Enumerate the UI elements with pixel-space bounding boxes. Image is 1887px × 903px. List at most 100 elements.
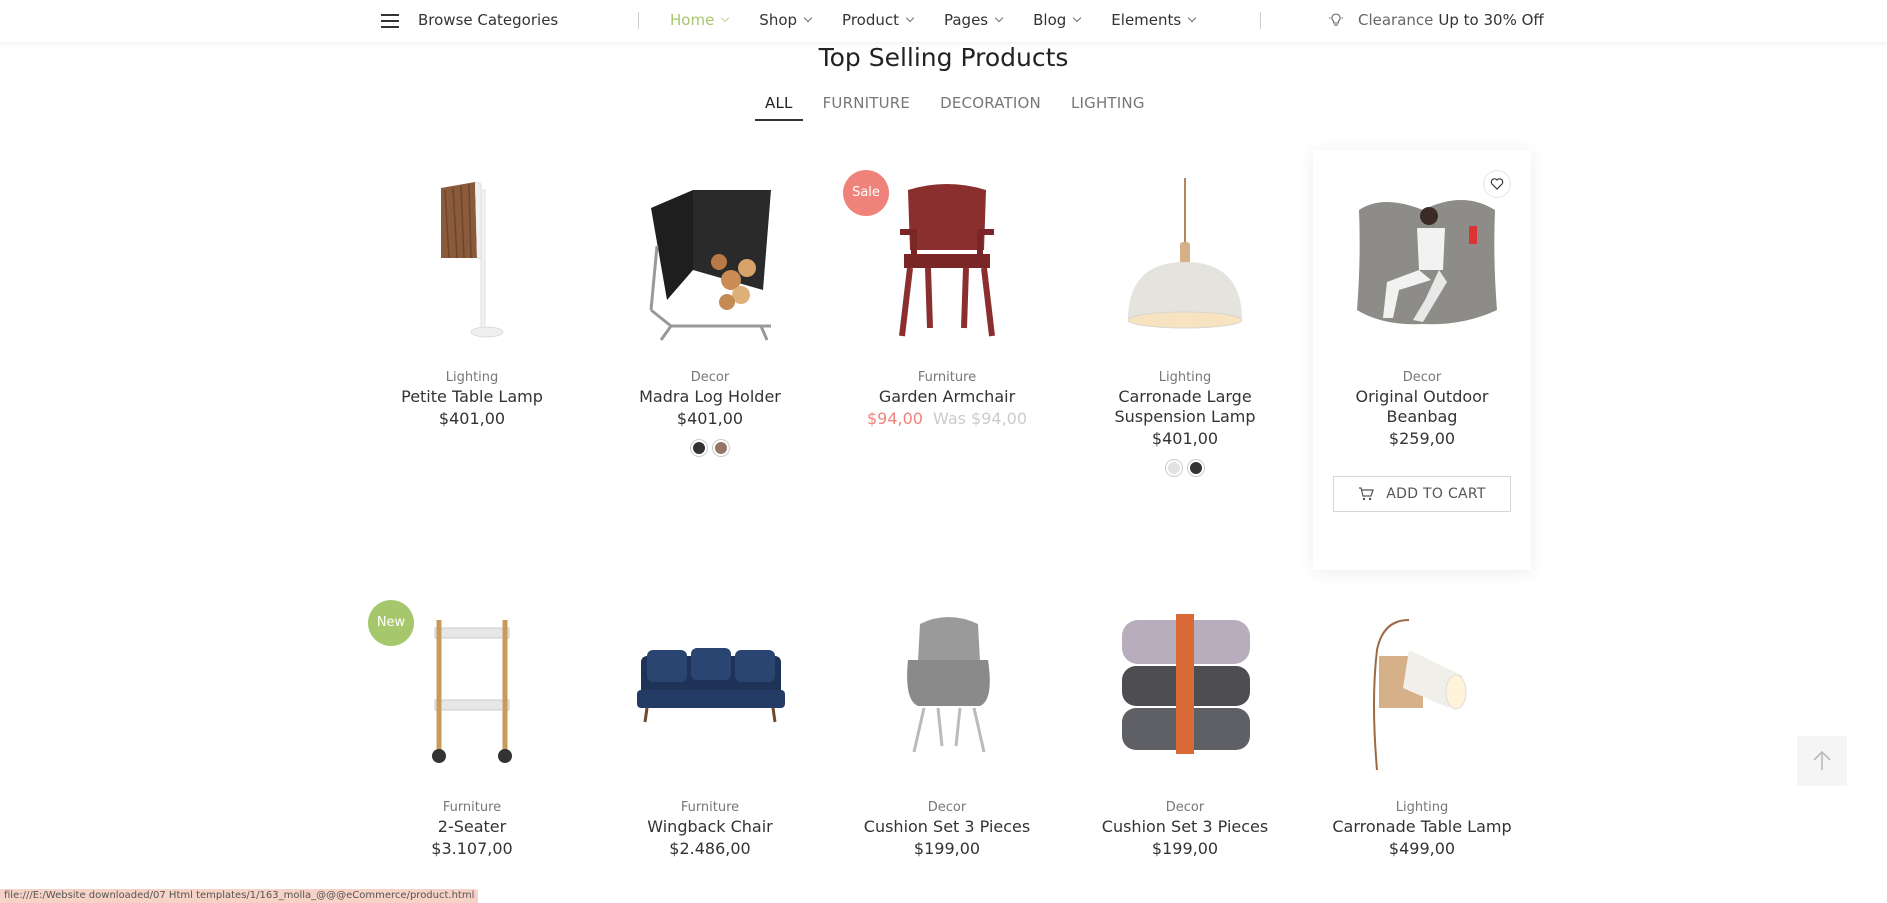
tab-all[interactable]: ALL xyxy=(755,94,803,121)
product-card[interactable]: Lighting Carronade Large Suspension Lamp… xyxy=(1076,150,1294,476)
chevron-down-icon xyxy=(1187,13,1197,23)
product-card[interactable]: New Furniture 2-Seater $3.107,00 xyxy=(363,580,581,858)
nav-divider xyxy=(1260,12,1261,29)
product-price: $3.107,00 xyxy=(431,839,513,858)
product-price: $2.486,00 xyxy=(669,839,751,858)
pendant-lamp-icon xyxy=(1127,178,1243,329)
heart-icon xyxy=(1490,178,1504,190)
add-to-cart-button[interactable]: ADD TO CART xyxy=(1333,476,1511,512)
scroll-to-top-button[interactable] xyxy=(1797,736,1847,786)
add-to-cart-label: ADD TO CART xyxy=(1386,486,1486,502)
product-category[interactable]: Decor xyxy=(1076,800,1294,815)
menu-item-elements[interactable]: Elements xyxy=(1111,11,1197,29)
product-name[interactable]: 2-Seater xyxy=(363,817,581,837)
chevron-down-icon xyxy=(1073,13,1082,23)
product-price: $401,00 xyxy=(438,409,506,428)
product-image[interactable] xyxy=(601,150,819,370)
product-price: $259,00 xyxy=(1388,429,1456,448)
product-price: $401,00 xyxy=(1151,429,1219,448)
menu-item-pages[interactable]: Pages xyxy=(944,11,1004,29)
wall-lamp-icon xyxy=(1373,619,1467,771)
product-category[interactable]: Lighting xyxy=(1313,800,1531,815)
product-category[interactable]: Lighting xyxy=(363,370,581,385)
table-lamp-icon xyxy=(441,181,504,338)
sale-badge: Sale xyxy=(843,170,889,216)
cart-icon xyxy=(1359,487,1375,501)
product-card[interactable]: Decor Original Outdoor Beanbag $259,00 A… xyxy=(1313,150,1531,570)
product-category[interactable]: Furniture xyxy=(601,800,819,815)
product-image[interactable] xyxy=(601,580,819,800)
color-swatches xyxy=(1076,460,1294,476)
product-name[interactable]: Madra Log Holder xyxy=(601,387,819,407)
product-card[interactable]: Decor Cushion Set 3 Pieces $199,00 xyxy=(1076,580,1294,858)
product-card[interactable]: Decor Cushion Set 3 Pieces $199,00 xyxy=(838,580,1056,858)
product-category[interactable]: Decor xyxy=(1313,370,1531,385)
main-menu: Home Shop Product Pages Blog Elements xyxy=(670,11,1226,29)
section-title: Top Selling Products xyxy=(818,43,1069,72)
product-card[interactable]: Furniture Wingback Chair $2.486,00 xyxy=(601,580,819,858)
nav-divider xyxy=(638,12,639,29)
filter-tabs: ALL FURNITURE DECORATION LIGHTING xyxy=(755,94,1165,121)
chevron-down-icon xyxy=(905,13,915,23)
menu-item-shop[interactable]: Shop xyxy=(759,11,813,29)
product-image[interactable] xyxy=(1076,150,1294,370)
product-image[interactable] xyxy=(1313,580,1531,800)
product-price: $94,00 Was $94,00 xyxy=(838,409,1056,428)
cushion-stack-icon xyxy=(1122,614,1250,754)
product-category[interactable]: Furniture xyxy=(838,370,1056,385)
color-swatch[interactable] xyxy=(713,440,729,456)
product-name[interactable]: Cushion Set 3 Pieces xyxy=(838,817,1056,837)
tab-furniture[interactable]: FURNITURE xyxy=(813,94,921,121)
chevron-down-icon xyxy=(803,13,813,23)
product-image[interactable] xyxy=(838,580,1056,800)
chevron-down-icon xyxy=(721,13,730,23)
product-category[interactable]: Furniture xyxy=(363,800,581,815)
product-name[interactable]: Petite Table Lamp xyxy=(363,387,581,407)
hamburger-menu-icon[interactable] xyxy=(381,14,399,28)
old-price: Was $94,00 xyxy=(933,409,1028,428)
product-name[interactable]: Original Outdoor Beanbag xyxy=(1313,387,1531,427)
menu-item-product[interactable]: Product xyxy=(842,11,915,29)
product-image[interactable]: New xyxy=(363,580,581,800)
product-name[interactable]: Carronade Large Suspension Lamp xyxy=(1076,387,1294,427)
log-holder-icon xyxy=(649,190,771,341)
chevron-down-icon xyxy=(994,13,1004,23)
product-card[interactable]: Lighting Petite Table Lamp $401,00 xyxy=(363,150,581,428)
product-card[interactable]: Lighting Carronade Table Lamp $499,00 xyxy=(1313,580,1531,858)
product-card[interactable]: Decor Madra Log Holder $401,00 xyxy=(601,150,819,456)
product-card[interactable]: Sale Furniture Garden Armchair $94,00 Wa… xyxy=(838,150,1056,428)
wishlist-button[interactable] xyxy=(1483,170,1511,198)
color-swatch[interactable] xyxy=(1188,460,1204,476)
menu-item-home[interactable]: Home xyxy=(670,11,730,29)
product-name[interactable]: Carronade Table Lamp xyxy=(1313,817,1531,837)
top-navigation: Browse Categories Home Shop Product Page… xyxy=(0,0,1887,42)
new-badge: New xyxy=(368,600,414,646)
status-bar-url: file:///E:/Website downloaded/07 Html te… xyxy=(0,889,479,903)
color-swatch[interactable] xyxy=(691,440,707,456)
tab-decoration[interactable]: DECORATION xyxy=(930,94,1051,121)
menu-item-blog[interactable]: Blog xyxy=(1033,11,1082,29)
product-image[interactable] xyxy=(363,150,581,370)
clearance-offer: Up to 30% Off xyxy=(1438,11,1544,29)
browse-categories-link[interactable]: Browse Categories xyxy=(418,11,558,29)
sofa-icon xyxy=(637,648,785,723)
product-category[interactable]: Decor xyxy=(601,370,819,385)
lounge-chair-icon xyxy=(907,617,990,753)
clearance-label: Clearance xyxy=(1358,11,1434,29)
product-category[interactable]: Lighting xyxy=(1076,370,1294,385)
product-price: $199,00 xyxy=(913,839,981,858)
product-image[interactable] xyxy=(1076,580,1294,800)
clearance-link[interactable]: Clearance Up to 30% Off xyxy=(1328,11,1544,29)
color-swatch[interactable] xyxy=(1166,460,1182,476)
product-name[interactable]: Cushion Set 3 Pieces xyxy=(1076,817,1294,837)
product-image[interactable] xyxy=(1313,150,1531,370)
product-name[interactable]: Wingback Chair xyxy=(601,817,819,837)
tab-lighting[interactable]: LIGHTING xyxy=(1061,94,1155,121)
product-name[interactable]: Garden Armchair xyxy=(838,387,1056,407)
product-price: $499,00 xyxy=(1388,839,1456,858)
arrow-up-icon xyxy=(1813,750,1831,770)
product-category[interactable]: Decor xyxy=(838,800,1056,815)
product-image[interactable]: Sale xyxy=(838,150,1056,370)
color-swatches xyxy=(601,440,819,456)
sale-price: $94,00 xyxy=(866,409,923,428)
